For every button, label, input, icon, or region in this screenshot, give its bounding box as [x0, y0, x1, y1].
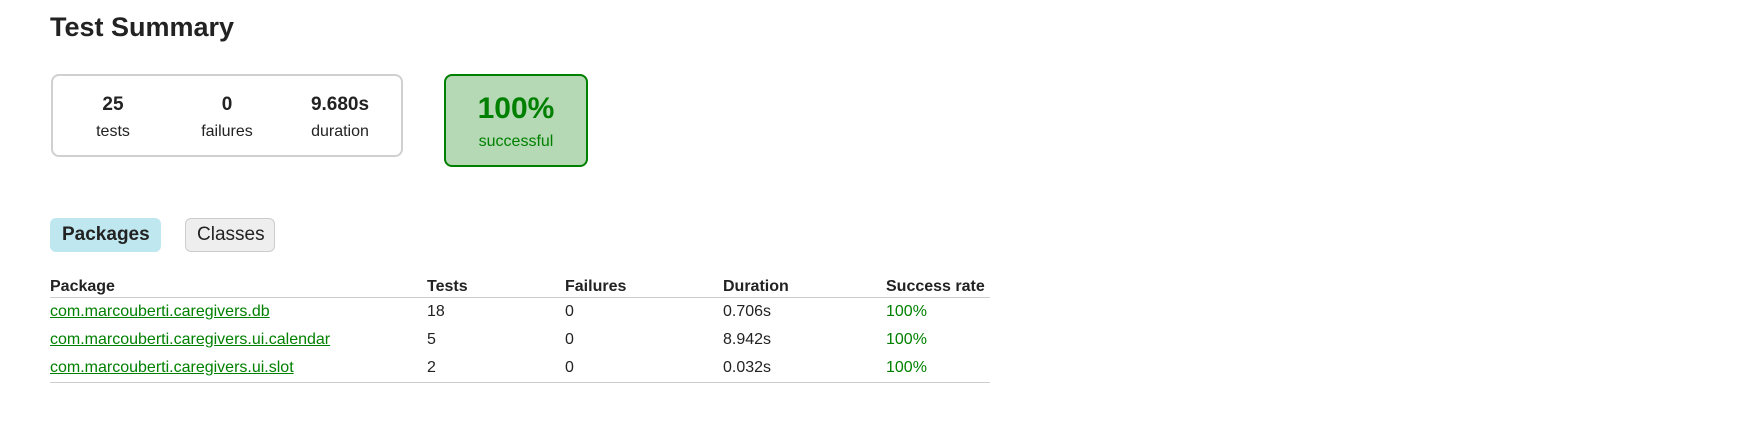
header-package: Package [50, 276, 427, 298]
package-cell: com.marcouberti.caregivers.ui.calendar [50, 326, 427, 354]
duration-counter: 9.680s duration [280, 94, 400, 141]
package-cell: com.marcouberti.caregivers.db [50, 298, 427, 327]
package-link[interactable]: com.marcouberti.caregivers.ui.slot [50, 359, 294, 376]
header-duration: Duration [723, 276, 886, 298]
success-rate-badge: 100% successful [444, 74, 588, 167]
duration-cell: 0.032s [723, 354, 886, 383]
table-row: com.marcouberti.caregivers.db 18 0 0.706… [50, 298, 990, 327]
package-link[interactable]: com.marcouberti.caregivers.ui.calendar [50, 331, 330, 348]
summary-counters: 25 tests 0 failures 9.680s duration [51, 74, 403, 157]
tests-label: tests [96, 123, 130, 140]
tests-cell: 2 [427, 354, 565, 383]
table-header-row: Package Tests Failures Duration Success … [50, 276, 990, 298]
failures-cell: 0 [565, 303, 574, 320]
tests-cell: 5 [427, 331, 436, 348]
success-rate-cell: 100% [886, 331, 927, 348]
tab-packages[interactable]: Packages [50, 218, 161, 252]
failures-counter: 0 failures [167, 94, 287, 141]
failures-cell: 0 [565, 354, 723, 383]
table-row: com.marcouberti.caregivers.ui.slot 2 0 0… [50, 354, 990, 383]
tab-classes[interactable]: Classes [185, 218, 275, 252]
header-success-rate: Success rate [886, 276, 990, 298]
failures-count: 0 [221, 94, 233, 115]
package-cell: com.marcouberti.caregivers.ui.slot [50, 354, 427, 383]
duration-cell: 8.942s [723, 331, 772, 348]
success-rate-cell: 100% [886, 303, 927, 320]
success-percent: 100% [477, 92, 555, 125]
failures-cell: 0 [565, 331, 574, 348]
page-title: Test Summary [50, 12, 235, 42]
packages-table: Package Tests Failures Duration Success … [50, 276, 990, 383]
header-failures: Failures [565, 276, 723, 298]
header-tests: Tests [427, 276, 565, 298]
failures-label: failures [201, 123, 253, 140]
duration-cell: 0.706s [723, 303, 772, 320]
success-rate-cell: 100% [886, 354, 990, 383]
test-summary-page: Test Summary 25 tests 0 failures 9.680s … [0, 0, 1756, 427]
tests-counter: 25 tests [53, 94, 173, 141]
duration-value: 9.680s [310, 94, 370, 115]
tests-cell: 18 [427, 303, 445, 320]
table-row: com.marcouberti.caregivers.ui.calendar 5… [50, 326, 990, 354]
tests-count: 25 [102, 94, 124, 115]
success-label: successful [478, 133, 554, 150]
duration-label: duration [311, 123, 369, 140]
package-link[interactable]: com.marcouberti.caregivers.db [50, 303, 270, 320]
